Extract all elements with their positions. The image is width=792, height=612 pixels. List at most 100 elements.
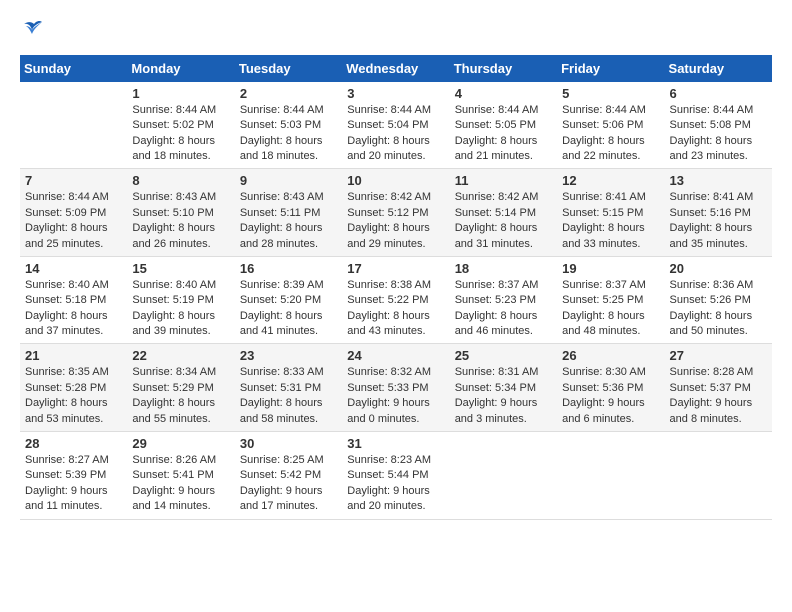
day-info: Sunrise: 8:32 AMSunset: 5:33 PMDaylight:… <box>347 365 444 427</box>
day-info: Sunrise: 8:41 AMSunset: 5:16 PMDaylight:… <box>670 190 767 252</box>
day-number: 25 <box>455 348 552 363</box>
day-cell: 20 Sunrise: 8:36 AMSunset: 5:26 PMDayligh… <box>665 256 772 344</box>
day-cell: 6 Sunrise: 8:44 AMSunset: 5:08 PMDaylight… <box>665 82 772 169</box>
day-number: 15 <box>132 261 229 276</box>
day-info: Sunrise: 8:28 AMSunset: 5:37 PMDaylight:… <box>670 365 767 427</box>
day-number: 29 <box>132 436 229 451</box>
day-cell: 3 Sunrise: 8:44 AMSunset: 5:04 PMDaylight… <box>342 82 449 169</box>
day-cell: 19 Sunrise: 8:37 AMSunset: 5:25 PMDayligh… <box>557 256 664 344</box>
day-cell: 9 Sunrise: 8:43 AMSunset: 5:11 PMDaylight… <box>235 169 342 257</box>
week-row-2: 7 Sunrise: 8:44 AMSunset: 5:09 PMDaylight… <box>20 169 772 257</box>
day-info: Sunrise: 8:42 AMSunset: 5:14 PMDaylight:… <box>455 190 552 252</box>
day-number: 1 <box>132 86 229 101</box>
day-info: Sunrise: 8:34 AMSunset: 5:29 PMDaylight:… <box>132 365 229 427</box>
day-number: 6 <box>670 86 767 101</box>
weekday-header-monday: Monday <box>127 55 234 82</box>
day-cell: 11 Sunrise: 8:42 AMSunset: 5:14 PMDayligh… <box>450 169 557 257</box>
day-cell: 14 Sunrise: 8:40 AMSunset: 5:18 PMDayligh… <box>20 256 127 344</box>
day-info: Sunrise: 8:23 AMSunset: 5:44 PMDaylight:… <box>347 453 444 515</box>
day-cell: 29 Sunrise: 8:26 AMSunset: 5:41 PMDayligh… <box>127 432 234 520</box>
day-number: 9 <box>240 173 337 188</box>
day-info: Sunrise: 8:36 AMSunset: 5:26 PMDaylight:… <box>670 278 767 340</box>
day-number: 4 <box>455 86 552 101</box>
day-cell: 1 Sunrise: 8:44 AMSunset: 5:02 PMDaylight… <box>127 82 234 169</box>
day-cell: 25 Sunrise: 8:31 AMSunset: 5:34 PMDayligh… <box>450 344 557 432</box>
week-row-1: 1 Sunrise: 8:44 AMSunset: 5:02 PMDaylight… <box>20 82 772 169</box>
day-info: Sunrise: 8:40 AMSunset: 5:19 PMDaylight:… <box>132 278 229 340</box>
day-number: 24 <box>347 348 444 363</box>
day-number: 3 <box>347 86 444 101</box>
day-cell: 4Sunrise: 8:44 AMSunset: 5:05 PMDaylight… <box>450 82 557 169</box>
day-info: Sunrise: 8:25 AMSunset: 5:42 PMDaylight:… <box>240 453 337 515</box>
day-number: 11 <box>455 173 552 188</box>
day-number: 19 <box>562 261 659 276</box>
week-row-5: 28 Sunrise: 8:27 AMSunset: 5:39 PMDayligh… <box>20 432 772 520</box>
day-cell: 15 Sunrise: 8:40 AMSunset: 5:19 PMDayligh… <box>127 256 234 344</box>
day-number: 28 <box>25 436 122 451</box>
day-cell <box>450 432 557 520</box>
day-number: 5 <box>562 86 659 101</box>
day-info: Sunrise: 8:44 AMSunset: 5:09 PMDaylight:… <box>25 190 122 252</box>
day-number: 23 <box>240 348 337 363</box>
day-cell: 16 Sunrise: 8:39 AMSunset: 5:20 PMDayligh… <box>235 256 342 344</box>
day-info: Sunrise: 8:35 AMSunset: 5:28 PMDaylight:… <box>25 365 122 427</box>
day-info: Sunrise: 8:37 AMSunset: 5:23 PMDaylight:… <box>455 278 552 340</box>
day-cell <box>665 432 772 520</box>
day-cell: 12 Sunrise: 8:41 AMSunset: 5:15 PMDayligh… <box>557 169 664 257</box>
logo <box>20 20 46 45</box>
day-number: 10 <box>347 173 444 188</box>
weekday-header-wednesday: Wednesday <box>342 55 449 82</box>
weekday-header-row: SundayMondayTuesdayWednesdayThursdayFrid… <box>20 55 772 82</box>
week-row-4: 21Sunrise: 8:35 AMSunset: 5:28 PMDayligh… <box>20 344 772 432</box>
day-cell: 2 Sunrise: 8:44 AMSunset: 5:03 PMDaylight… <box>235 82 342 169</box>
day-number: 26 <box>562 348 659 363</box>
week-row-3: 14 Sunrise: 8:40 AMSunset: 5:18 PMDayligh… <box>20 256 772 344</box>
day-info: Sunrise: 8:44 AMSunset: 5:06 PMDaylight:… <box>562 103 659 165</box>
day-info: Sunrise: 8:42 AMSunset: 5:12 PMDaylight:… <box>347 190 444 252</box>
day-info: Sunrise: 8:37 AMSunset: 5:25 PMDaylight:… <box>562 278 659 340</box>
day-info: Sunrise: 8:39 AMSunset: 5:20 PMDaylight:… <box>240 278 337 340</box>
day-number: 30 <box>240 436 337 451</box>
day-cell: 5 Sunrise: 8:44 AMSunset: 5:06 PMDaylight… <box>557 82 664 169</box>
day-cell: 26 Sunrise: 8:30 AMSunset: 5:36 PMDayligh… <box>557 344 664 432</box>
day-info: Sunrise: 8:31 AMSunset: 5:34 PMDaylight:… <box>455 365 552 427</box>
calendar-table: SundayMondayTuesdayWednesdayThursdayFrid… <box>20 55 772 520</box>
bird-icon <box>22 20 46 40</box>
day-number: 22 <box>132 348 229 363</box>
day-cell <box>557 432 664 520</box>
weekday-header-friday: Friday <box>557 55 664 82</box>
day-info: Sunrise: 8:44 AMSunset: 5:03 PMDaylight:… <box>240 103 337 165</box>
day-info: Sunrise: 8:44 AMSunset: 5:08 PMDaylight:… <box>670 103 767 165</box>
day-info: Sunrise: 8:26 AMSunset: 5:41 PMDaylight:… <box>132 453 229 515</box>
day-info: Sunrise: 8:44 AMSunset: 5:04 PMDaylight:… <box>347 103 444 165</box>
day-cell: 21Sunrise: 8:35 AMSunset: 5:28 PMDayligh… <box>20 344 127 432</box>
day-info: Sunrise: 8:30 AMSunset: 5:36 PMDaylight:… <box>562 365 659 427</box>
day-cell: 8Sunrise: 8:43 AMSunset: 5:10 PMDaylight… <box>127 169 234 257</box>
day-number: 13 <box>670 173 767 188</box>
day-cell: 17 Sunrise: 8:38 AMSunset: 5:22 PMDayligh… <box>342 256 449 344</box>
day-info: Sunrise: 8:44 AMSunset: 5:02 PMDaylight:… <box>132 103 229 165</box>
day-cell: 24 Sunrise: 8:32 AMSunset: 5:33 PMDayligh… <box>342 344 449 432</box>
day-number: 17 <box>347 261 444 276</box>
day-number: 16 <box>240 261 337 276</box>
day-cell <box>20 82 127 169</box>
day-info: Sunrise: 8:43 AMSunset: 5:11 PMDaylight:… <box>240 190 337 252</box>
day-cell: 28 Sunrise: 8:27 AMSunset: 5:39 PMDayligh… <box>20 432 127 520</box>
day-info: Sunrise: 8:38 AMSunset: 5:22 PMDaylight:… <box>347 278 444 340</box>
day-info: Sunrise: 8:41 AMSunset: 5:15 PMDaylight:… <box>562 190 659 252</box>
weekday-header-thursday: Thursday <box>450 55 557 82</box>
day-number: 2 <box>240 86 337 101</box>
day-cell: 27 Sunrise: 8:28 AMSunset: 5:37 PMDayligh… <box>665 344 772 432</box>
day-number: 7 <box>25 173 122 188</box>
day-number: 14 <box>25 261 122 276</box>
day-cell: 10 Sunrise: 8:42 AMSunset: 5:12 PMDayligh… <box>342 169 449 257</box>
day-info: Sunrise: 8:40 AMSunset: 5:18 PMDaylight:… <box>25 278 122 340</box>
page-header <box>20 20 772 45</box>
day-number: 27 <box>670 348 767 363</box>
weekday-header-saturday: Saturday <box>665 55 772 82</box>
weekday-header-tuesday: Tuesday <box>235 55 342 82</box>
day-number: 12 <box>562 173 659 188</box>
day-number: 20 <box>670 261 767 276</box>
day-info: Sunrise: 8:27 AMSunset: 5:39 PMDaylight:… <box>25 453 122 515</box>
day-cell: 13 Sunrise: 8:41 AMSunset: 5:16 PMDayligh… <box>665 169 772 257</box>
